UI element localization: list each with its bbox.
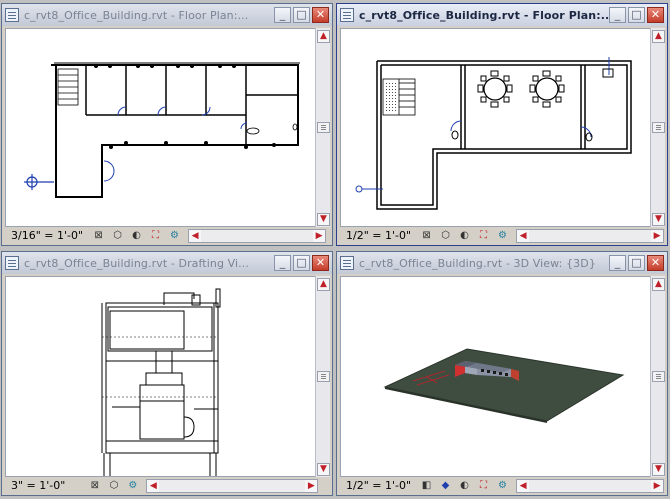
model-graphics-icon[interactable]: ⬡ bbox=[107, 479, 120, 492]
view-scale[interactable]: 1/2" = 1'-0" bbox=[340, 479, 417, 492]
view-control-bar: 3" = 1'-0" ⊠ ⬡ ⚙ ◀ ▶ bbox=[5, 477, 331, 494]
shadows-icon[interactable]: ◐ bbox=[458, 229, 471, 242]
floor-plan-drawing bbox=[355, 57, 632, 210]
minimize-button[interactable]: _ bbox=[609, 255, 626, 271]
crop-region-icon[interactable]: ⛶ bbox=[149, 229, 162, 242]
vertical-scrollbar[interactable]: ▲ ▼ bbox=[315, 276, 330, 477]
temporary-hide-icon[interactable]: ⚙ bbox=[496, 479, 509, 492]
view-control-bar: 1/2" = 1'-0" ◧ ◆ ◐ ⛶ ⚙ ◀ ▶ bbox=[340, 477, 666, 494]
minimize-button[interactable]: _ bbox=[274, 255, 291, 271]
restore-button[interactable]: □ bbox=[628, 255, 645, 271]
crop-region-icon[interactable]: ⛶ bbox=[477, 479, 490, 492]
revit-mdi-workspace: c_rvt8_Office_Building.rvt - Floor Plan:… bbox=[0, 0, 670, 499]
floor-plan-window-2[interactable]: c_rvt8_Office_Building.rvt - Floor Plan:… bbox=[336, 3, 668, 246]
scroll-left-button[interactable]: ◀ bbox=[189, 229, 202, 242]
window-title: c_rvt8_Office_Building.rvt - Drafting Vi… bbox=[24, 256, 249, 270]
window-title: c_rvt8_Office_Building.rvt - Floor Plan:… bbox=[359, 8, 609, 22]
revit-view-icon bbox=[340, 8, 354, 22]
temporary-hide-icon[interactable]: ⚙ bbox=[168, 229, 181, 242]
model-graphics-icon[interactable]: ◆ bbox=[439, 479, 452, 492]
detail-level-icon[interactable]: ⊠ bbox=[88, 479, 101, 492]
revit-view-icon bbox=[5, 8, 19, 22]
crop-region-icon[interactable]: ⛶ bbox=[477, 229, 490, 242]
title-bar[interactable]: c_rvt8_Office_Building.rvt - Floor Plan:… bbox=[2, 4, 332, 26]
restore-button[interactable]: □ bbox=[293, 255, 310, 271]
scroll-down-button[interactable]: ▼ bbox=[317, 213, 330, 226]
restore-button[interactable]: □ bbox=[293, 7, 310, 23]
scroll-left-button[interactable]: ◀ bbox=[517, 229, 530, 242]
title-bar[interactable]: c_rvt8_Office_Building.rvt - Drafting Vi… bbox=[2, 252, 332, 274]
shadows-icon[interactable]: ◐ bbox=[458, 479, 471, 492]
revit-view-icon bbox=[5, 256, 19, 270]
vertical-scrollbar[interactable]: ▲ ▼ bbox=[315, 28, 330, 227]
view-control-bar: 3/16" = 1'-0" ⊠ ⬡ ◐ ⛶ ⚙ ◀ ▶ bbox=[5, 227, 331, 244]
scroll-right-button[interactable]: ▶ bbox=[651, 479, 664, 492]
window-title: c_rvt8_Office_Building.rvt - 3D View: {3… bbox=[359, 256, 596, 270]
scroll-right-button[interactable]: ▶ bbox=[313, 229, 326, 242]
scroll-thumb[interactable] bbox=[652, 371, 665, 382]
scroll-left-button[interactable]: ◀ bbox=[147, 479, 160, 492]
horizontal-scrollbar[interactable]: ◀ ▶ bbox=[516, 478, 665, 493]
temporary-hide-icon[interactable]: ⚙ bbox=[496, 229, 509, 242]
close-button[interactable]: ✕ bbox=[647, 7, 664, 23]
floor-plan-canvas[interactable] bbox=[340, 28, 651, 227]
scroll-down-button[interactable]: ▼ bbox=[652, 463, 665, 476]
vertical-scrollbar[interactable]: ▲ ▼ bbox=[650, 276, 665, 477]
scroll-right-button[interactable]: ▶ bbox=[651, 229, 664, 242]
horizontal-scrollbar[interactable]: ◀ ▶ bbox=[516, 228, 665, 243]
scroll-thumb[interactable] bbox=[317, 122, 330, 133]
temporary-hide-icon[interactable]: ⚙ bbox=[126, 479, 139, 492]
title-bar[interactable]: c_rvt8_Office_Building.rvt - Floor Plan:… bbox=[337, 4, 667, 26]
shadows-icon[interactable]: ◐ bbox=[130, 229, 143, 242]
vertical-scrollbar[interactable]: ▲ ▼ bbox=[650, 28, 665, 227]
close-button[interactable]: ✕ bbox=[312, 255, 329, 271]
minimize-button[interactable]: _ bbox=[609, 7, 626, 23]
revit-view-icon bbox=[340, 256, 354, 270]
close-button[interactable]: ✕ bbox=[647, 255, 664, 271]
floor-plan-window-1[interactable]: c_rvt8_Office_Building.rvt - Floor Plan:… bbox=[1, 3, 333, 246]
scroll-up-button[interactable]: ▲ bbox=[652, 30, 665, 43]
scroll-thumb[interactable] bbox=[652, 122, 665, 133]
detail-level-icon[interactable]: ⊠ bbox=[420, 229, 433, 242]
scroll-thumb[interactable] bbox=[317, 371, 330, 382]
sink-detail-drawing bbox=[101, 288, 221, 476]
3d-canvas[interactable] bbox=[340, 276, 651, 477]
scroll-up-button[interactable]: ▲ bbox=[317, 30, 330, 43]
scroll-down-button[interactable]: ▼ bbox=[317, 463, 330, 476]
scroll-up-button[interactable]: ▲ bbox=[652, 278, 665, 291]
close-button[interactable]: ✕ bbox=[312, 7, 329, 23]
scroll-right-button[interactable]: ▶ bbox=[305, 479, 318, 492]
scroll-down-button[interactable]: ▼ bbox=[652, 213, 665, 226]
detail-level-icon[interactable]: ⊠ bbox=[92, 229, 105, 242]
site-3d-model bbox=[383, 348, 625, 423]
view-scale[interactable]: 3" = 1'-0" bbox=[5, 479, 85, 492]
horizontal-scrollbar[interactable]: ◀ ▶ bbox=[146, 478, 319, 493]
model-graphics-icon[interactable]: ⬡ bbox=[439, 229, 452, 242]
title-bar[interactable]: c_rvt8_Office_Building.rvt - 3D View: {3… bbox=[337, 252, 667, 274]
window-title: c_rvt8_Office_Building.rvt - Floor Plan:… bbox=[24, 8, 249, 22]
horizontal-scrollbar[interactable]: ◀ ▶ bbox=[188, 228, 327, 243]
floor-plan-canvas[interactable] bbox=[5, 28, 316, 227]
view-control-bar: 1/2" = 1'-0" ⊠ ⬡ ◐ ⛶ ⚙ ◀ ▶ bbox=[340, 227, 666, 244]
drafting-view-window[interactable]: c_rvt8_Office_Building.rvt - Drafting Vi… bbox=[1, 251, 333, 496]
drafting-canvas[interactable] bbox=[5, 276, 316, 477]
restore-button[interactable]: □ bbox=[628, 7, 645, 23]
minimize-button[interactable]: _ bbox=[274, 7, 291, 23]
detail-level-icon[interactable]: ◧ bbox=[420, 479, 433, 492]
scroll-up-button[interactable]: ▲ bbox=[317, 278, 330, 291]
3d-view-window[interactable]: c_rvt8_Office_Building.rvt - 3D View: {3… bbox=[336, 251, 668, 496]
floor-plan-drawing bbox=[24, 62, 300, 198]
scroll-left-button[interactable]: ◀ bbox=[517, 479, 530, 492]
view-scale[interactable]: 1/2" = 1'-0" bbox=[340, 229, 417, 242]
model-graphics-icon[interactable]: ⬡ bbox=[111, 229, 124, 242]
view-scale[interactable]: 3/16" = 1'-0" bbox=[5, 229, 89, 242]
